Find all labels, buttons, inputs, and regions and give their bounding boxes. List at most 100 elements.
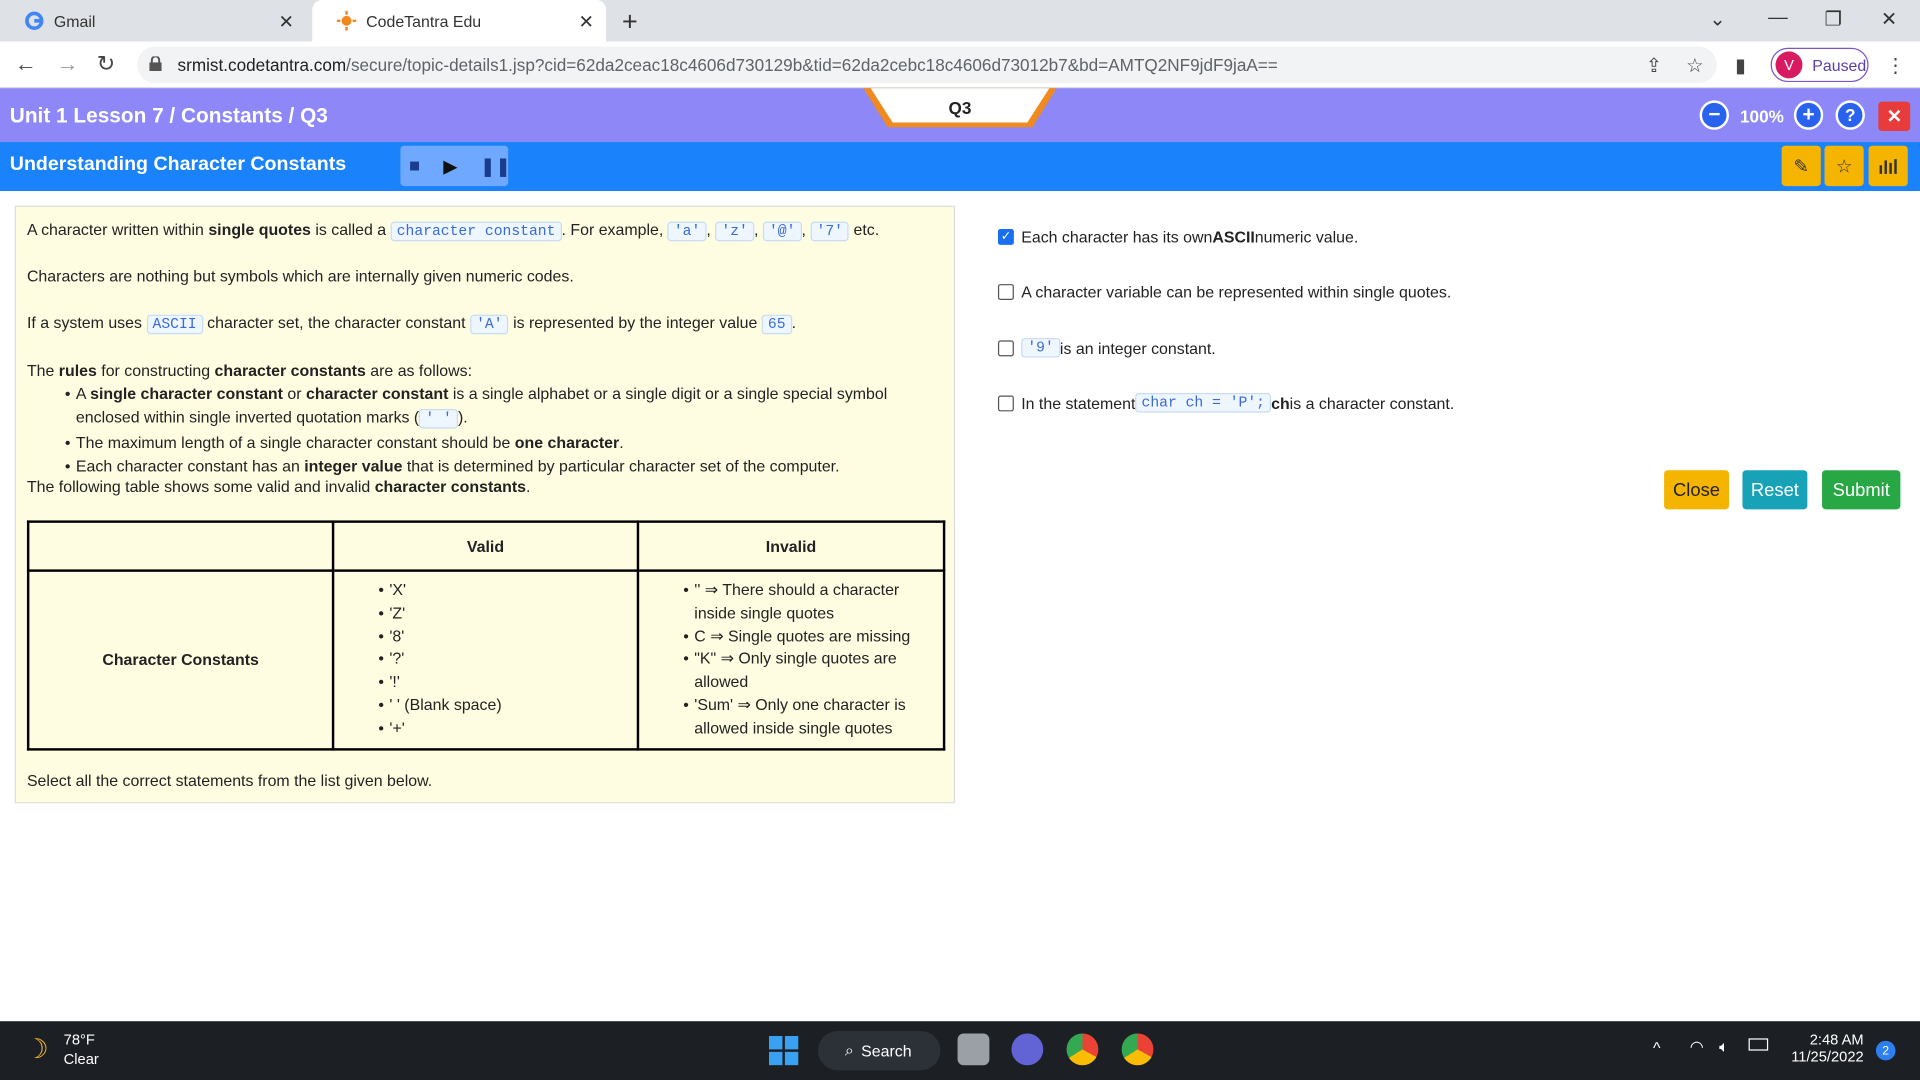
address-bar[interactable]: srmist.codetantra.com/secure/topic-detai…	[137, 46, 1717, 84]
chrome-profile-icon[interactable]	[1121, 1033, 1154, 1066]
url-text: srmist.codetantra.com/secure/topic-detai…	[177, 55, 1278, 75]
taskbar-search[interactable]: ⌕ Search	[817, 1031, 941, 1071]
paragraph-symbols: Characters are nothing but symbols which…	[26, 266, 574, 286]
invalid-cell: '' ⇒ There should a characterinside sing…	[636, 569, 946, 751]
breadcrumb: Unit 1 Lesson 7 / Constants / Q3	[9, 104, 328, 128]
volume-icon[interactable]: 🔈︎	[1719, 1037, 1729, 1057]
list-item: "K" ⇒ Only single quotes areallowed	[683, 648, 943, 694]
chrome-icon[interactable]	[1066, 1033, 1099, 1066]
minimize-icon[interactable]: —	[1768, 7, 1788, 29]
weather-desc[interactable]: Clear	[64, 1051, 99, 1068]
table-header-valid: Valid	[331, 520, 640, 572]
pause-icon[interactable]: ❚❚	[480, 156, 511, 178]
checkbox[interactable]	[997, 284, 1014, 301]
tab-gmail[interactable]: Gmail ✕	[0, 0, 306, 42]
table-header-empty	[26, 520, 335, 572]
taskbar: ☽ 78°F Clear ⌕ Search ^ ◠ 🔈︎ 2:48 AM 11/…	[0, 1021, 1920, 1080]
question-label: Q3	[948, 97, 972, 118]
profile-button[interactable]: V Paused	[1770, 47, 1869, 83]
pencil-icon[interactable]: ✎	[1781, 145, 1821, 187]
list-item: C ⇒ Single quotes are missing	[683, 625, 943, 648]
help-button[interactable]: ?	[1835, 100, 1865, 130]
chart-icon[interactable]	[1868, 145, 1908, 187]
side-panel-icon[interactable]: ▮	[1735, 54, 1746, 78]
tab-search-icon[interactable]: ⌄	[1709, 7, 1725, 31]
question-content-panel: A character written within single quotes…	[14, 205, 956, 804]
clock[interactable]: 2:48 AM 11/25/2022	[1790, 1031, 1863, 1065]
task-view-icon[interactable]	[957, 1033, 990, 1066]
window-close-icon[interactable]: ✕	[1881, 7, 1897, 31]
table-row-header: Character Constants	[26, 569, 335, 751]
tab-title: Gmail	[53, 11, 96, 31]
zoom-in-button[interactable]: +	[1793, 100, 1824, 130]
checkbox-checked[interactable]: ✓	[997, 228, 1014, 245]
instruction-text: Select all the correct statements from t…	[26, 771, 433, 790]
chevron-up-icon[interactable]: ^	[1653, 1038, 1660, 1056]
share-icon[interactable]: ⇪	[1646, 54, 1662, 78]
media-controls: ■ ▶ ❚❚	[400, 145, 511, 187]
page-title: Understanding Character Constants	[9, 154, 347, 176]
question-tab[interactable]: Q3	[863, 88, 1057, 128]
stop-icon[interactable]: ■	[409, 156, 420, 177]
forward-icon[interactable]: →	[56, 51, 78, 77]
reload-icon[interactable]: ↻	[97, 51, 115, 77]
list-item: '?'	[378, 648, 636, 671]
close-tab-icon[interactable]: ✕	[278, 11, 293, 33]
option-2[interactable]: A character variable can be represented …	[997, 283, 1451, 301]
weather-temp[interactable]: 78°F	[64, 1031, 95, 1048]
paragraph-rules: The rules for constructing character con…	[26, 361, 473, 380]
browser-tab-strip: Gmail ✕ CodeTantra Edu ✕ + ⌄ — ❐ ✕	[0, 0, 1920, 42]
notification-badge[interactable]: 2	[1875, 1040, 1896, 1061]
battery-icon[interactable]	[1748, 1038, 1769, 1051]
rules-list: A single character constant or character…	[65, 382, 887, 478]
browser-toolbar: ← → ↻ srmist.codetantra.com/secure/topic…	[0, 41, 1920, 89]
play-icon[interactable]: ▶	[443, 156, 457, 178]
list-item: 'Z'	[378, 602, 636, 625]
tab-codetantra[interactable]: CodeTantra Edu ✕	[312, 0, 607, 42]
list-item: '8'	[378, 625, 636, 648]
option-4[interactable]: In the statement char ch = 'P'; ch is a …	[997, 393, 1454, 413]
google-icon	[24, 11, 44, 31]
list-item: '!'	[378, 671, 636, 694]
close-button[interactable]: Close	[1664, 470, 1729, 510]
lock-icon	[149, 56, 162, 72]
submit-button[interactable]: Submit	[1822, 470, 1901, 510]
paragraph-ascii: If a system uses ASCII character set, th…	[26, 313, 797, 335]
new-tab-button[interactable]: +	[622, 6, 638, 38]
search-icon: ⌕	[844, 1040, 854, 1060]
close-lesson-button[interactable]: ✕	[1878, 101, 1911, 132]
star-icon[interactable]: ☆	[1824, 145, 1864, 187]
bookmark-star-icon[interactable]: ☆	[1686, 54, 1704, 78]
menu-icon[interactable]: ⋮	[1886, 54, 1906, 78]
codetantra-icon	[336, 11, 357, 31]
teams-chat-icon[interactable]	[1011, 1033, 1044, 1066]
zoom-level: 100%	[1740, 106, 1784, 127]
paragraph-table-intro: The following table shows some valid and…	[26, 477, 531, 496]
back-icon[interactable]: ←	[15, 51, 37, 77]
tab-title: CodeTantra Edu	[366, 11, 482, 31]
list-item: '+'	[378, 717, 636, 740]
restore-icon[interactable]: ❐	[1824, 7, 1842, 31]
wifi-icon[interactable]: ◠	[1690, 1037, 1704, 1057]
code-chip: character constant	[390, 221, 562, 242]
checkbox[interactable]	[997, 339, 1014, 356]
list-item: The maximum length of a single character…	[65, 431, 887, 454]
table-header-invalid: Invalid	[636, 520, 946, 572]
constants-table: Valid Invalid Character Constants 'X' 'Z…	[26, 520, 946, 751]
avatar: V	[1775, 51, 1803, 79]
profile-status: Paused	[1812, 55, 1867, 75]
list-item: 'X'	[378, 579, 636, 602]
zoom-out-button[interactable]: −	[1699, 100, 1729, 130]
list-item: A single character constant or character…	[65, 382, 887, 431]
checkbox[interactable]	[997, 394, 1014, 411]
valid-cell: 'X' 'Z' '8' '?' '!' ' ' (Blank space) '+…	[331, 569, 640, 751]
list-item: ' ' (Blank space)	[378, 694, 636, 717]
option-3[interactable]: '9' is an integer constant.	[997, 337, 1216, 358]
list-item: Each character constant has an integer v…	[65, 454, 887, 477]
close-tab-icon[interactable]: ✕	[578, 11, 593, 33]
option-1[interactable]: ✓ Each character has its own ASCII numer…	[997, 228, 1358, 246]
list-item: '' ⇒ There should a characterinside sing…	[683, 579, 943, 625]
reset-button[interactable]: Reset	[1742, 470, 1808, 510]
windows-start-icon[interactable]	[768, 1035, 799, 1072]
moon-icon: ☽	[24, 1033, 49, 1065]
